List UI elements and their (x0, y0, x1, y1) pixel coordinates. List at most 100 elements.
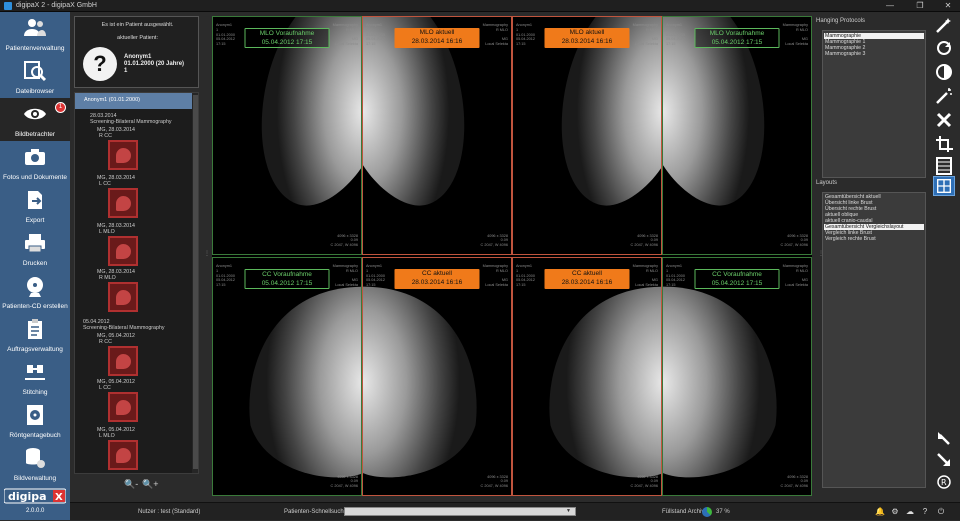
viewport-label-title: MLO Voraufnahme (259, 30, 315, 37)
series-thumbnail[interactable] (108, 440, 138, 470)
list-item[interactable]: Vergleich rechte Brust (824, 236, 924, 242)
series-thumbnail[interactable] (108, 236, 138, 266)
tools-icon[interactable] (933, 110, 955, 130)
digipax-logo: digipa X (4, 488, 66, 504)
study-desc: Screening-Bilateral Mammography (83, 325, 165, 331)
filmstrip-icon[interactable] (933, 156, 955, 176)
sidebar-item-label: Bildverwaltung (13, 475, 57, 482)
dicom-overlay-tl: Anonym1 1 01.01.2000 05.04.2012 17:15 (216, 23, 236, 47)
sidebar-item-files[interactable]: Dateibrowser (0, 55, 70, 98)
rotate-icon[interactable] (933, 38, 955, 58)
study-tree: Anonym1 (01.01.2000) 28.03.2014 Screenin… (74, 92, 199, 474)
viewport-label: CC Voraufnahme 05.04.2012 17:15 (694, 269, 780, 289)
dicom-overlay-br: 4096 x 3328 0.09 C 2047, W 4096 (330, 474, 358, 489)
contrast-icon[interactable] (933, 62, 955, 82)
user-label: Nutzer : test (Standard) (138, 509, 201, 515)
redo-icon[interactable] (933, 450, 955, 470)
dicom-overlay-tr: Mammography R MLO MG Local Selekta (632, 264, 658, 288)
settings-icon[interactable]: ⚙ (890, 507, 900, 517)
sidebar-item-label: Bildbetrachter (14, 131, 56, 138)
sidebar-item-images[interactable]: Bildverwaltung (0, 442, 70, 485)
sidebar-item-label: Stitching (22, 389, 48, 396)
viewport-label-date: 28.03.2014 16:16 (411, 278, 463, 286)
sidebar-item-print[interactable]: Drucken (0, 227, 70, 270)
chevron-down-icon[interactable]: ▼ (566, 508, 571, 515)
sidebar-item-label: Patientenverwaltung (5, 45, 65, 52)
minimize-button[interactable]: — (880, 0, 900, 12)
series-view: R CC (99, 339, 112, 345)
tree-item-patient[interactable]: Anonym1 (01.01.2000) (75, 93, 192, 109)
tool-bar: R (931, 16, 957, 506)
grid-layout-icon[interactable] (933, 176, 955, 196)
mammogram-image (261, 17, 361, 206)
app-logo-icon (4, 2, 12, 10)
viewport-label-title: CC Voraufnahme (262, 271, 312, 278)
archive-usage-pie (702, 507, 712, 517)
viewport-label-date: 28.03.2014 16:16 (561, 37, 613, 45)
viewport-label-date: 05.04.2012 17:15 (711, 279, 763, 287)
wand-icon[interactable] (933, 86, 955, 106)
sidebar-item-export[interactable]: Export (0, 184, 70, 227)
sidebar-item-label: Drucken (22, 260, 48, 267)
series-thumbnail[interactable] (108, 282, 138, 312)
sidebar-item-xray-log[interactable]: Röntgentagebuch (0, 399, 70, 442)
viewport[interactable]: Anonym1 1 01.01.2000 05.04.2012 17:15 Mammogr… (512, 16, 662, 255)
viewport[interactable]: Anonym1 1 01.01.2000 05.04.2012 17:15 Mammogr… (362, 16, 512, 255)
series-thumbnail[interactable] (108, 392, 138, 422)
sidebar: Patientenverwaltung Dateibrowser 1 Bildb… (0, 12, 70, 520)
scrollbar-thumb[interactable] (193, 95, 198, 469)
layouts-list: Gesamtübersicht aktuell Übersicht linke … (822, 192, 926, 488)
radiation-icon (27, 405, 43, 425)
maximize-button[interactable]: ❐ (910, 0, 930, 12)
cloud-icon[interactable]: ☁ (905, 507, 915, 517)
series-thumbnail[interactable] (108, 188, 138, 218)
undo-icon[interactable] (933, 428, 955, 448)
viewport-label: MLO aktuell 28.03.2014 16:16 (394, 28, 480, 48)
sidebar-item-label: Röntgentagebuch (9, 432, 61, 439)
viewport[interactable]: Anonym1 1 01.01.2000 05.04.2012 17:15 Mammogr… (212, 16, 362, 255)
viewport-label: MLO Voraufnahme 05.04.2012 17:15 (694, 28, 780, 48)
dicom-overlay-br: 4096 x 3328 0.09 C 2047, W 4096 (480, 233, 508, 248)
crop-icon[interactable] (933, 134, 955, 154)
dicom-overlay-tl: Anonym1 1 01.01.2000 05.04.2012 17:15 (516, 23, 536, 47)
sidebar-item-label: Fotos und Dokumente (3, 174, 67, 181)
list-item[interactable]: Mammographie 3 (824, 51, 924, 57)
patient-quick-search-input[interactable] (344, 507, 576, 516)
sidebar-item-viewer[interactable]: 1 Bildbetrachter (0, 98, 70, 141)
patient-dob: 01.01.2000 (20 Jahre) (124, 61, 185, 67)
sidebar-item-orders[interactable]: Auftragsverwaltung (0, 313, 70, 356)
series-thumbnail[interactable] (108, 140, 138, 170)
close-button[interactable]: ✕ (938, 0, 958, 12)
reset-icon[interactable]: R (933, 472, 955, 492)
viewport[interactable]: Anonym1 1 01.01.2000 05.04.2012 17:15 Mammogr… (512, 257, 662, 496)
help-icon[interactable]: ? (920, 507, 930, 517)
patients-icon (24, 19, 46, 36)
viewport[interactable]: Anonym1 1 01.01.2000 05.04.2012 17:15 Mammogr… (212, 257, 362, 496)
dicom-overlay-tr: Mammography R MLO MG Local Selekta (782, 23, 808, 47)
viewport[interactable]: Anonym1 1 01.01.2000 05.04.2012 17:15 Mammogr… (662, 257, 812, 496)
viewport[interactable]: Anonym1 1 01.01.2000 05.04.2012 17:15 Mammogr… (662, 16, 812, 255)
sidebar-item-patients[interactable]: Patientenverwaltung (0, 12, 70, 55)
sidebar-item-photos[interactable]: Fotos und Dokumente (0, 141, 70, 184)
viewport[interactable]: Anonym1 1 01.01.2000 05.04.2012 17:15 Mammogr… (362, 257, 512, 496)
power-icon[interactable]: ⏻ (936, 507, 946, 517)
resize-grip-left[interactable]: ⋮ (204, 250, 210, 257)
magic-icon[interactable] (933, 16, 955, 36)
database-icon (26, 448, 45, 468)
dicom-overlay-tr: Mammography R MLO MG Local Selekta (332, 23, 358, 47)
study-desc: Screening-Bilateral Mammography (90, 119, 172, 125)
sidebar-item-stitching[interactable]: Stitching (0, 356, 70, 399)
zoom-in-button[interactable]: 🔍+ (142, 479, 158, 490)
tree-scrollbar[interactable] (192, 93, 198, 473)
version-label: 2.0.0.0 (26, 508, 45, 514)
series-view: R CC (99, 133, 112, 139)
viewport-label: CC aktuell 28.03.2014 16:16 (394, 269, 480, 289)
notification-badge: 1 (55, 102, 66, 113)
sidebar-item-patient-cd[interactable]: Patienten-CD erstellen (0, 270, 70, 313)
series-thumbnail[interactable] (108, 346, 138, 376)
bell-icon[interactable]: 🔔 (875, 507, 885, 517)
zoom-out-button[interactable]: 🔍- (124, 479, 138, 490)
title-bar: digipaX 2 - digipaX GmbH — ❐ ✕ (0, 0, 960, 12)
viewport-label-title: MLO aktuell (569, 29, 605, 36)
quick-search-label: Patienten-Schnellsuche: (284, 509, 349, 515)
